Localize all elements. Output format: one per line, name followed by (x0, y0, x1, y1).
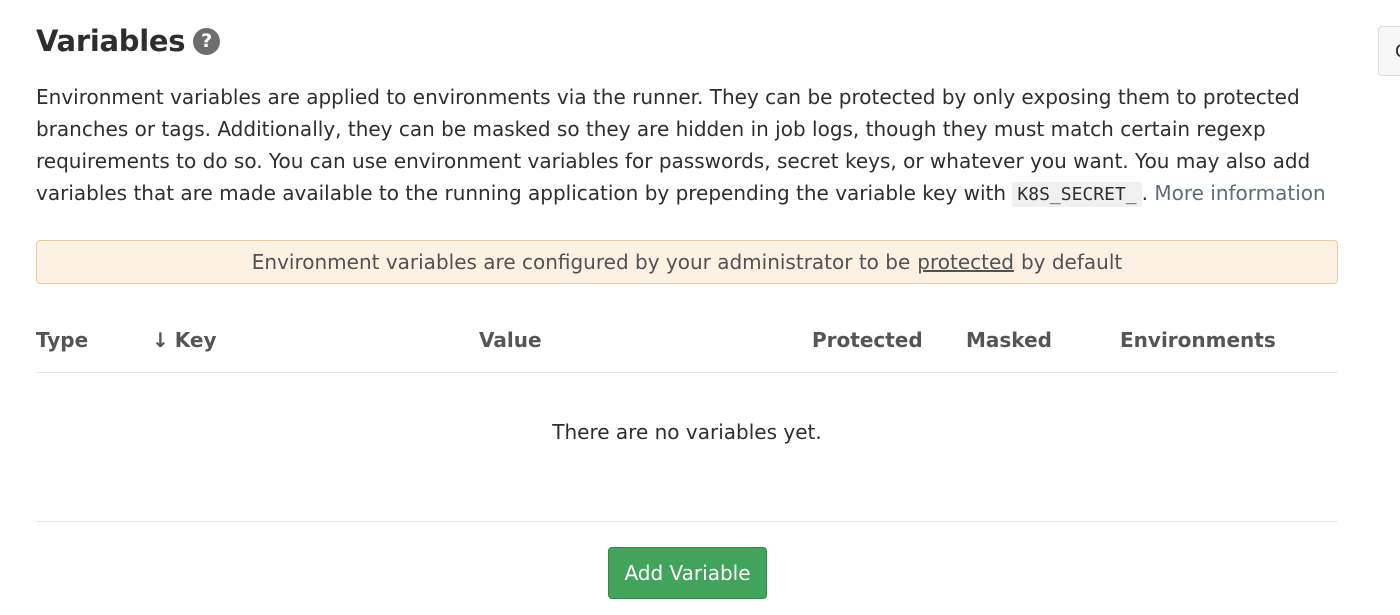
page-title: Variables (36, 24, 186, 58)
section-description: Environment variables are applied to env… (36, 81, 1326, 211)
variables-table-header: Type ↓ Key Value Protected Masked Environ… (36, 322, 1338, 373)
description-period: . (1141, 181, 1148, 205)
protected-alert: Environment variables are configured by … (36, 240, 1338, 284)
add-variable-button[interactable]: Add Variable (608, 547, 767, 599)
column-header-protected: Protected (812, 328, 923, 352)
section-header: Variables ? (36, 24, 221, 58)
column-header-environments: Environments (1120, 328, 1276, 352)
question-circle-icon[interactable]: ? (193, 27, 221, 55)
variables-page: Variables ? Environment variables are ap… (0, 0, 1400, 615)
column-header-type: Type (36, 328, 89, 352)
column-header-masked: Masked (966, 328, 1052, 352)
column-header-key-label: Key (174, 328, 217, 352)
table-divider (36, 521, 1338, 522)
column-header-key[interactable]: ↓ Key (152, 328, 217, 352)
arrow-down-icon: ↓ (152, 328, 169, 352)
alert-text-before: Environment variables are configured by … (251, 250, 911, 274)
column-header-value: Value (479, 328, 542, 352)
edge-button[interactable]: C (1378, 26, 1400, 76)
code-chip-k8s-secret: K8S_SECRET_ (1012, 182, 1142, 207)
protected-link[interactable]: protected (917, 250, 1014, 274)
alert-text-after: by default (1020, 250, 1123, 274)
empty-state-message: There are no variables yet. (552, 420, 822, 444)
more-information-link[interactable]: More information (1154, 181, 1325, 205)
